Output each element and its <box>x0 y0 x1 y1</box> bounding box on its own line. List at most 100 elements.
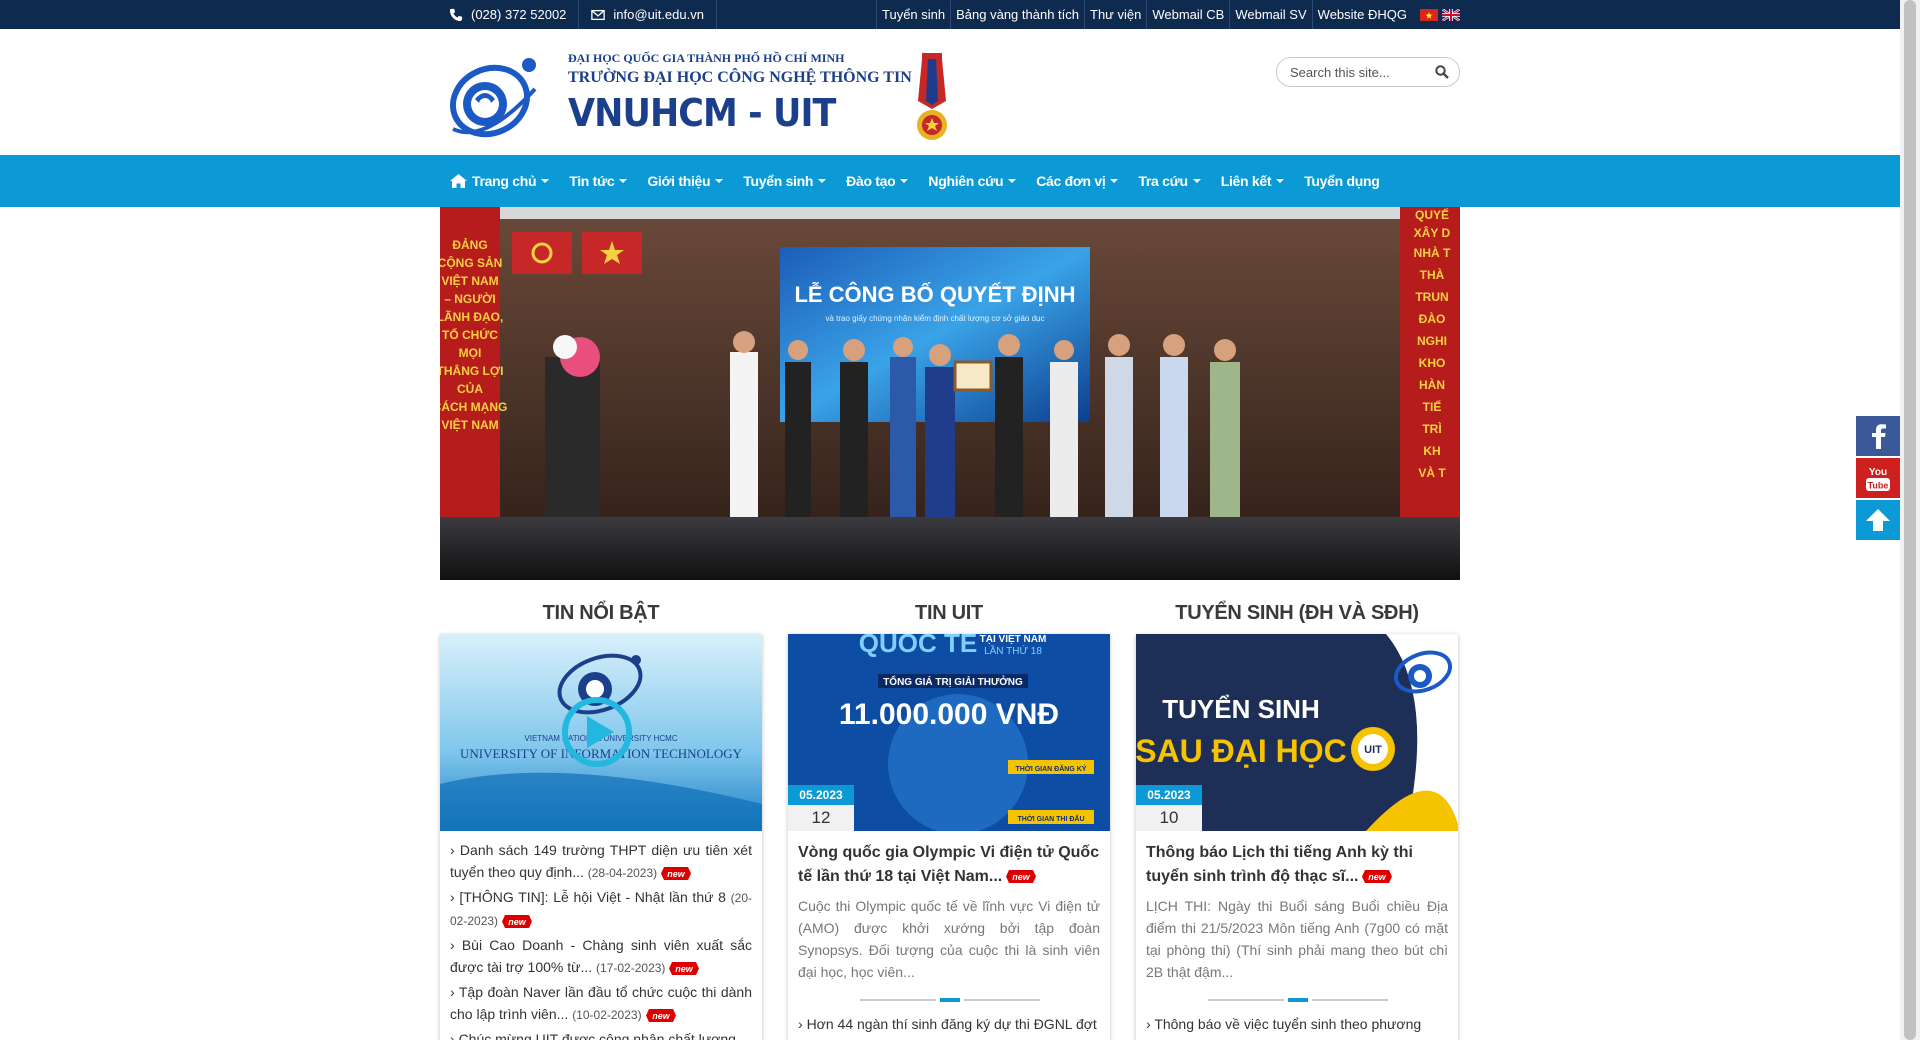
main-nav: Trang chủ Tin tức Giới thiệu Tuyển sinh … <box>0 155 1900 207</box>
vietnam-flag-icon[interactable] <box>1420 8 1438 21</box>
toplink-admission[interactable]: Tuyển sinh <box>876 0 950 29</box>
svg-text:Tube: Tube <box>1868 481 1889 491</box>
caret-down-icon <box>715 179 724 183</box>
hero-slider[interactable]: ĐẢNG CỘNG SẢN VIỆT NAM – NGƯỜI LÃNH ĐẠO,… <box>440 207 1460 580</box>
carousel-dot[interactable] <box>860 999 936 1001</box>
nav-home-label: Trang chủ <box>472 173 537 189</box>
back-to-top-button[interactable] <box>1856 500 1900 540</box>
list-item-date: (17-02-2023) <box>596 961 666 975</box>
scrollbar-thumb[interactable] <box>1904 0 1916 1040</box>
toplink-vnu-website[interactable]: Website ĐHQG <box>1311 0 1412 29</box>
nav-home[interactable]: Trang chủ <box>440 155 559 207</box>
arrow-up-icon <box>1866 509 1890 531</box>
new-badge-icon: new <box>1362 870 1393 884</box>
svg-text:new: new <box>1012 872 1031 882</box>
svg-text:You: You <box>1869 467 1887 478</box>
list-item[interactable]: › Bùi Cao Doanh - Chàng sinh viên xuất s… <box>450 934 752 979</box>
site-header: ĐẠI HỌC QUỐC GIA THÀNH PHỐ HỒ CHÍ MINH T… <box>0 29 1900 155</box>
uit-news-thumbnail[interactable]: QUỐC TẾ TẠI VIỆT NAM LẦN THỨ 18 TỔNG GIÁ… <box>788 634 1110 831</box>
search-icon[interactable] <box>1435 65 1449 79</box>
left-banner-text: ĐẢNG CỘNG SẢN VIỆT NAM – NGƯỜI LÃNH ĐẠO,… <box>440 237 507 432</box>
page-scrollbar[interactable] <box>1900 0 1920 1040</box>
nav-recruitment-label: Tuyển dụng <box>1304 173 1380 189</box>
email-contact[interactable]: info@uit.edu.vn <box>579 0 717 29</box>
nav-research-label: Nghiên cứu <box>928 173 1004 189</box>
phone-contact[interactable]: (028) 372 52002 <box>440 0 580 29</box>
date-month-year: 05.2023 <box>788 785 854 805</box>
nav-about[interactable]: Giới thiệu <box>637 155 733 207</box>
svg-text:QUYẾ: QUYẾ <box>1415 207 1449 222</box>
svg-text:và trao giấy chứng nhận kiểm đ: và trao giấy chứng nhận kiểm định chất l… <box>825 314 1044 323</box>
carousel-dot-active[interactable] <box>1288 998 1308 1002</box>
nav-news[interactable]: Tin tức <box>559 155 637 207</box>
nav-units[interactable]: Các đơn vị <box>1026 155 1128 207</box>
svg-text:ĐẢNG: ĐẢNG <box>452 237 487 252</box>
toplink-webmail-staff[interactable]: Webmail CB <box>1146 0 1229 29</box>
svg-text:VÀ T: VÀ T <box>1418 465 1446 480</box>
toplink-achievements[interactable]: Bảng vàng thành tích <box>950 0 1084 29</box>
site-search <box>1276 57 1460 87</box>
carousel-dot[interactable] <box>964 999 1040 1001</box>
list-item[interactable]: › Danh sách 149 trường THPT diện ưu tiên… <box>450 839 752 884</box>
youtube-icon: You Tube <box>1866 467 1890 491</box>
uk-flag-icon[interactable] <box>1442 8 1460 21</box>
nav-links-label: Liên kết <box>1220 173 1272 189</box>
thumb-reg: THỜI GIAN ĐĂNG KÝ <box>1016 764 1087 773</box>
caret-down-icon <box>818 179 827 183</box>
list-item[interactable]: › [THÔNG TIN]: Lễ hội Việt - Nhật lần th… <box>450 886 752 932</box>
toplink-library[interactable]: Thư viện <box>1084 0 1146 29</box>
carousel-dot[interactable] <box>1208 999 1284 1001</box>
thumb-text-line2: TẠI VIỆT NAM <box>980 634 1047 645</box>
nav-research[interactable]: Nghiên cứu <box>918 155 1026 207</box>
toplink-webmail-student[interactable]: Webmail SV <box>1229 0 1311 29</box>
list-item[interactable]: › Thông báo về việc tuyển sinh theo phươ… <box>1146 1016 1448 1032</box>
admission-thumbnail[interactable]: TUYỂN SINH SAU ĐẠI HỌC UIT 05.2023 10 <box>1136 634 1458 831</box>
admission-card: TUYỂN SINH SAU ĐẠI HỌC UIT 05.2023 10 Th… <box>1136 634 1458 1040</box>
top-links: Tuyển sinh Bảng vàng thành tích Thư viện… <box>876 0 1460 29</box>
featured-video-thumbnail[interactable]: VIETNAM NATIONAL UNIVERSITY HCMC UNIVERS… <box>440 634 762 831</box>
search-input[interactable] <box>1290 64 1425 80</box>
home-icon <box>450 174 467 188</box>
nav-training[interactable]: Đào tạo <box>836 155 918 207</box>
uit-logo[interactable] <box>445 49 545 139</box>
phone-text: (028) 372 52002 <box>471 7 567 22</box>
nav-lookup[interactable]: Tra cứu <box>1128 155 1210 207</box>
svg-text:TỔ CHỨC: TỔ CHỨC <box>442 327 498 342</box>
featured-news-list: › Danh sách 149 trường THPT diện ưu tiên… <box>440 831 762 1040</box>
caret-down-icon <box>541 179 550 183</box>
nav-about-label: Giới thiệu <box>647 173 711 189</box>
uit-news-title[interactable]: Vòng quốc gia Olympic Vi điện tử Quốc tế… <box>788 831 1110 889</box>
hero-image: ĐẢNG CỘNG SẢN VIỆT NAM – NGƯỜI LÃNH ĐẠO,… <box>440 207 1460 580</box>
svg-text:CÁCH MẠNG: CÁCH MẠNG <box>440 399 507 414</box>
email-text: info@uit.edu.vn <box>613 7 704 22</box>
list-item[interactable]: › Hơn 44 ngàn thí sinh đăng ký dự thi ĐG… <box>798 1016 1100 1032</box>
carousel-indicators <box>1208 998 1388 1002</box>
nav-units-label: Các đơn vị <box>1036 173 1106 189</box>
carousel-indicators <box>860 998 1040 1002</box>
uit-news-card: QUỐC TẾ TẠI VIỆT NAM LẦN THỨ 18 TỔNG GIÁ… <box>788 634 1110 1040</box>
svg-text:NGHI: NGHI <box>1417 334 1447 348</box>
org-line-brand: VNUHCM - UIT <box>568 91 836 135</box>
nav-recruitment[interactable]: Tuyển dụng <box>1294 155 1389 207</box>
list-item-text: Hơn 44 ngàn thí sinh đăng ký dự thi ĐGNL… <box>806 1016 1097 1032</box>
youtube-button[interactable]: You Tube <box>1856 458 1900 498</box>
language-flags <box>1412 8 1460 21</box>
uit-news-section-title: TIN UIT <box>915 602 983 624</box>
facebook-button[interactable] <box>1856 416 1900 456</box>
screen-text: LỄ CÔNG BỐ QUYẾT ĐỊNH và trao giấy chứng… <box>794 281 1075 323</box>
carousel-dot-active[interactable] <box>940 998 960 1002</box>
nav-training-label: Đào tạo <box>846 173 896 189</box>
uit-news-title-text: Vòng quốc gia Olympic Vi điện tử Quốc tế… <box>798 844 1100 885</box>
list-item[interactable]: › Chúc mừng UIT được công nhận chất lượn… <box>450 1028 752 1040</box>
list-item-date: (28-04-2023) <box>587 866 658 880</box>
caret-down-icon <box>1276 179 1285 183</box>
nav-admission[interactable]: Tuyển sinh <box>733 155 836 207</box>
svg-text:KHO: KHO <box>1419 356 1446 370</box>
thumb-text-line1: QUỐC TẾ <box>859 634 977 658</box>
list-item[interactable]: › Tập đoàn Naver lần đầu tổ chức cuộc th… <box>450 981 752 1026</box>
carousel-dot[interactable] <box>1312 999 1388 1001</box>
admission-title[interactable]: Thông báo Lịch thi tiếng Anh kỳ thi tuyể… <box>1136 831 1458 889</box>
nav-links[interactable]: Liên kết <box>1211 155 1295 207</box>
svg-text:TRUN: TRUN <box>1415 290 1448 304</box>
featured-card: VIETNAM NATIONAL UNIVERSITY HCMC UNIVERS… <box>440 634 762 1040</box>
